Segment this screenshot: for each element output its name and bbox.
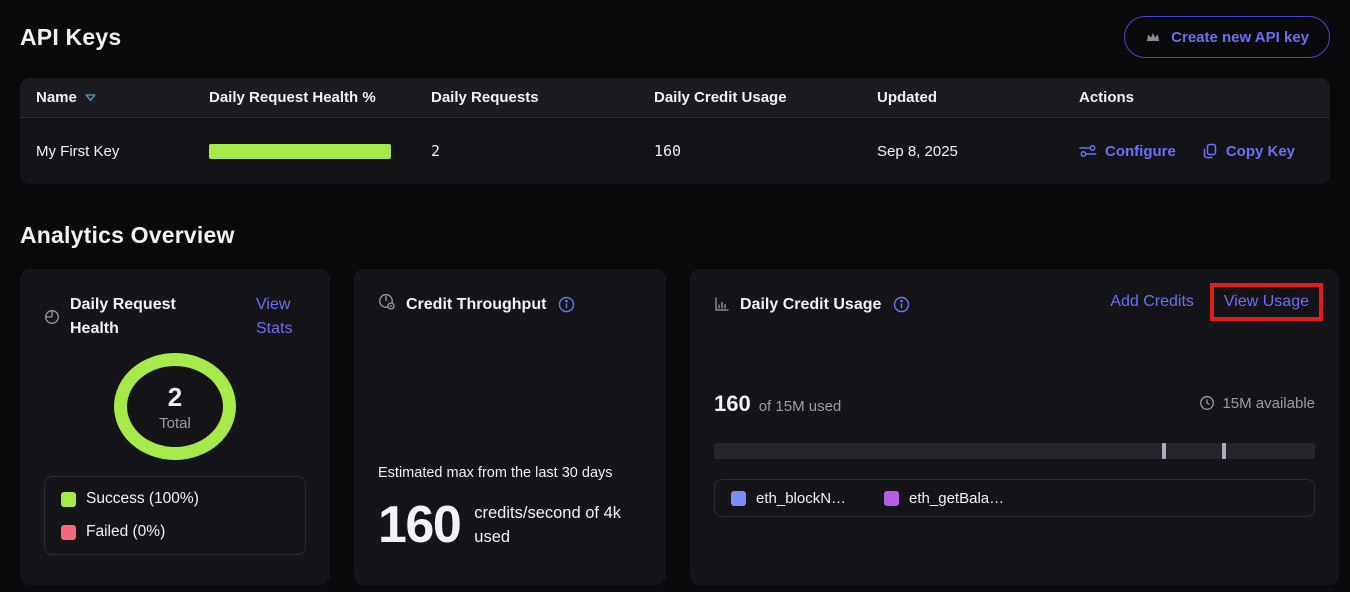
request-health-donut-chart: 2 Total xyxy=(114,353,236,460)
legend-item-eth-getbalance: eth_getBala… xyxy=(884,490,1004,507)
card-header: Credit Throughput xyxy=(378,293,642,317)
copy-key-label: Copy Key xyxy=(1226,143,1295,160)
legend-item-failed: Failed (0%) xyxy=(61,523,289,541)
daily-requests-value: 2 xyxy=(431,142,654,160)
usage-progress-bar xyxy=(714,443,1315,459)
column-header-requests: Daily Requests xyxy=(431,89,654,106)
legend-failed-label: Failed (0%) xyxy=(86,523,165,541)
usage-legend: eth_blockN… eth_getBala… xyxy=(714,479,1315,517)
configure-button[interactable]: Configure xyxy=(1079,143,1176,160)
health-legend: Success (100%) Failed (0%) xyxy=(44,476,306,555)
api-keys-table: Name Daily Request Health % Daily Reques… xyxy=(20,78,1330,184)
column-header-actions: Actions xyxy=(1079,89,1330,106)
column-header-name[interactable]: Name xyxy=(20,89,209,106)
annotation-highlight-box: View Usage xyxy=(1210,283,1323,321)
add-credits-link[interactable]: Add Credits xyxy=(1110,293,1194,311)
usage-card-links: Add Credits View Usage xyxy=(1110,293,1315,311)
view-stats-link[interactable]: View Stats xyxy=(256,293,306,341)
view-usage-link[interactable]: View Usage xyxy=(1224,293,1309,311)
credits-available-label: 15M available xyxy=(1222,395,1315,412)
usage-bar-tick xyxy=(1162,443,1166,459)
health-cell xyxy=(209,144,431,159)
legend-item-success: Success (100%) xyxy=(61,490,289,508)
card-title: Daily Credit Usage xyxy=(740,293,881,317)
legend-eth-blocknumber-label: eth_blockN… xyxy=(756,490,846,507)
credits-used-suffix: of 15M used xyxy=(759,398,842,415)
column-header-name-label: Name xyxy=(36,89,77,106)
usage-bar-tick xyxy=(1222,443,1226,459)
copy-key-button[interactable]: Copy Key xyxy=(1202,143,1295,160)
eth-getbalance-swatch xyxy=(884,491,899,506)
table-header-row: Name Daily Request Health % Daily Reques… xyxy=(20,78,1330,118)
actions-cell: Configure Copy Key xyxy=(1079,143,1330,160)
card-title: Daily Request Health xyxy=(70,293,192,341)
analytics-cards: Daily Request Health View Stats 2 Total … xyxy=(20,269,1330,585)
success-swatch xyxy=(61,492,76,507)
throughput-value-row: 160 credits/second of 4k used xyxy=(378,495,642,555)
bar-chart-icon xyxy=(714,296,730,312)
table-row: My First Key 2 160 Sep 8, 2025 Configure xyxy=(20,118,1330,184)
sliders-icon xyxy=(1079,144,1097,158)
analytics-overview-title: Analytics Overview xyxy=(20,222,1330,249)
eth-blocknumber-swatch xyxy=(731,491,746,506)
legend-item-eth-blocknumber: eth_blockN… xyxy=(731,490,846,507)
credit-throughput-card: Credit Throughput Estimated max from the… xyxy=(354,269,666,585)
donut-total-label: Total xyxy=(159,415,191,432)
create-api-key-label: Create new API key xyxy=(1171,29,1309,46)
dashboard-page: API Keys Create new API key Name Daily R… xyxy=(0,0,1350,585)
sort-descending-icon[interactable] xyxy=(85,94,96,102)
throughput-value-description: credits/second of 4k used xyxy=(474,501,642,549)
card-title: Credit Throughput xyxy=(406,293,546,317)
info-icon[interactable] xyxy=(558,296,575,313)
health-bar-fill xyxy=(209,144,391,159)
pie-chart-icon xyxy=(44,309,60,325)
credits-available: 15M available xyxy=(1199,395,1315,412)
crown-icon xyxy=(1145,29,1161,45)
configure-label: Configure xyxy=(1105,143,1176,160)
throughput-value: 160 xyxy=(378,495,460,555)
updated-value: Sep 8, 2025 xyxy=(877,143,1079,160)
daily-credit-usage-card: Daily Credit Usage Add Credits View Usag… xyxy=(690,269,1339,585)
info-icon[interactable] xyxy=(893,296,910,313)
failed-swatch xyxy=(61,525,76,540)
usage-summary-row: 160 of 15M used 15M available xyxy=(714,391,1315,417)
card-header: Daily Request Health View Stats xyxy=(44,293,306,341)
donut-total-value: 2 xyxy=(168,382,182,413)
page-title: API Keys xyxy=(20,24,121,51)
gauge-icon xyxy=(378,293,396,311)
create-api-key-button[interactable]: Create new API key xyxy=(1124,16,1330,58)
legend-success-label: Success (100%) xyxy=(86,490,199,508)
clock-icon xyxy=(1199,395,1215,411)
daily-request-health-card: Daily Request Health View Stats 2 Total … xyxy=(20,269,330,585)
throughput-stats: Estimated max from the last 30 days 160 … xyxy=(378,465,642,555)
legend-eth-getbalance-label: eth_getBala… xyxy=(909,490,1004,507)
column-header-credit-usage: Daily Credit Usage xyxy=(654,89,877,106)
copy-icon xyxy=(1202,143,1218,159)
api-key-name: My First Key xyxy=(20,143,209,160)
health-bar-track xyxy=(209,144,391,159)
credits-used-value: 160 xyxy=(714,391,751,417)
api-keys-header: API Keys Create new API key xyxy=(20,0,1330,58)
column-header-health: Daily Request Health % xyxy=(209,89,431,106)
daily-credit-usage-value: 160 xyxy=(654,142,877,160)
throughput-subtitle: Estimated max from the last 30 days xyxy=(378,465,642,481)
column-header-updated: Updated xyxy=(877,89,1079,106)
card-header: Daily Credit Usage Add Credits View Usag… xyxy=(714,293,1315,317)
